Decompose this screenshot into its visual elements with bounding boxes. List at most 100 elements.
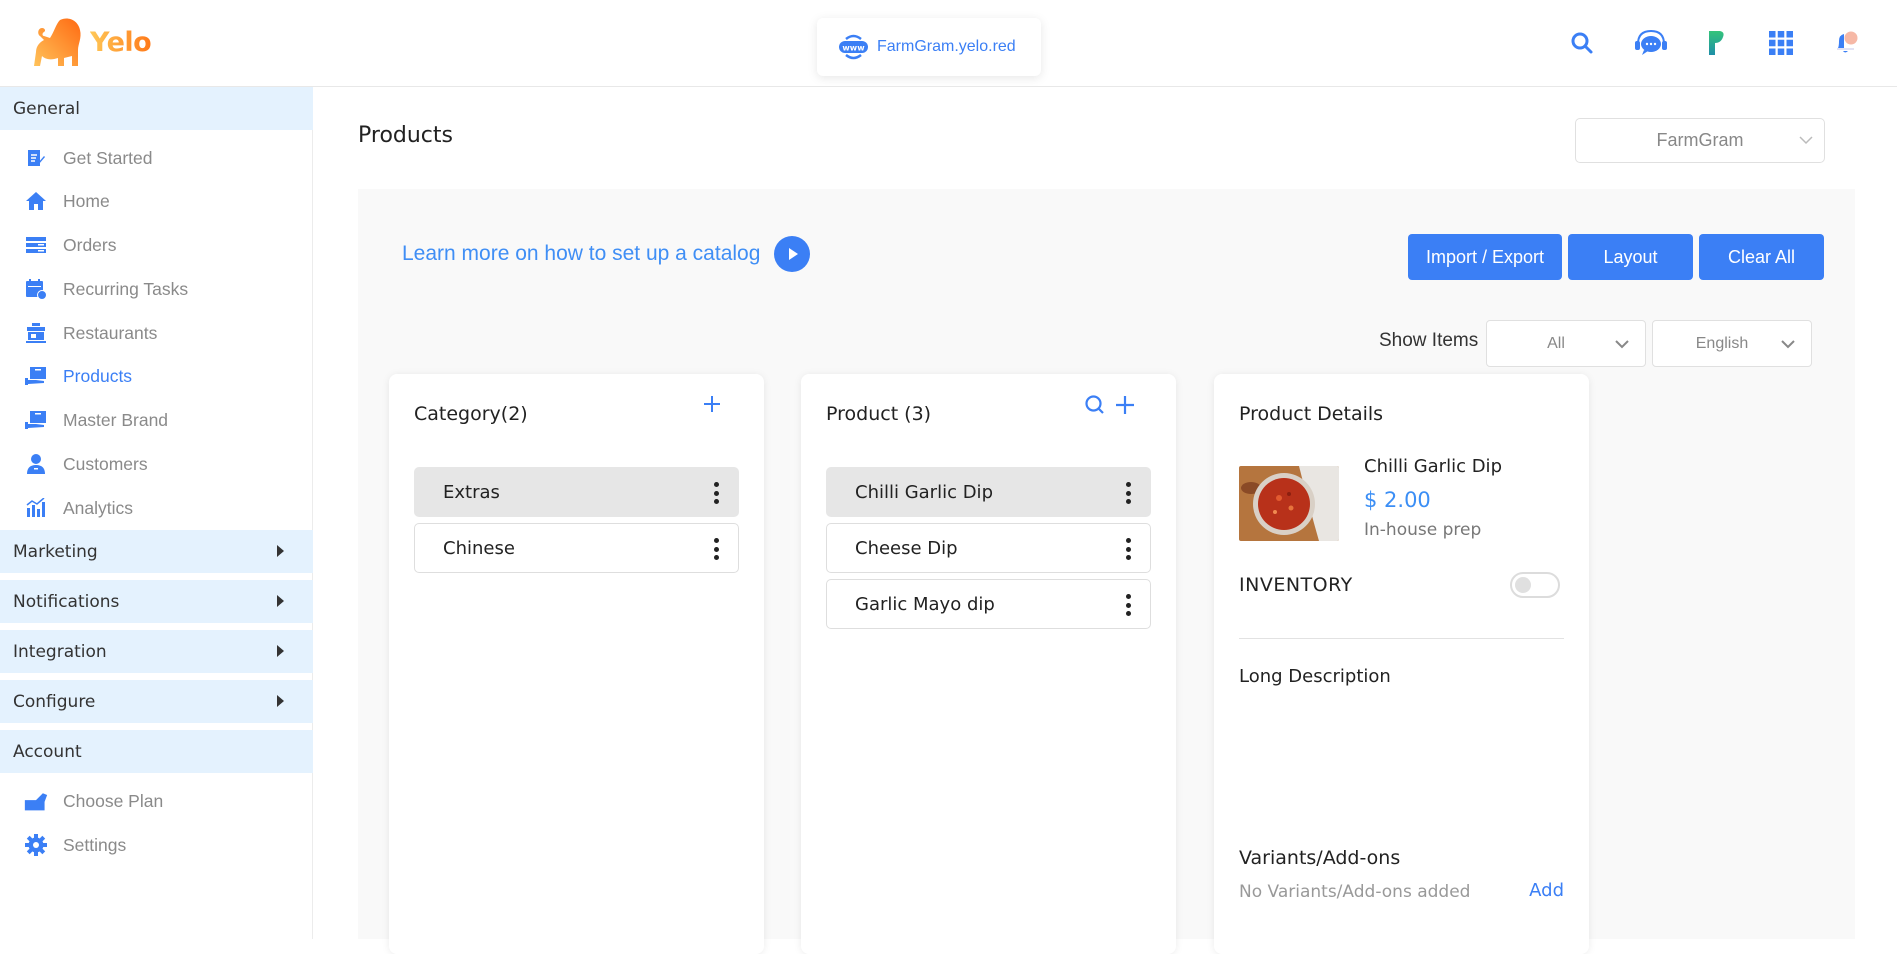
product-details-title: Product Details (1239, 403, 1384, 425)
category-panel: Category(2) Extras Chinese (389, 374, 764, 954)
sidebar-item-products[interactable]: Products (0, 356, 313, 396)
support-chat-icon[interactable] (1634, 26, 1668, 60)
box-hand-icon (24, 365, 48, 387)
analytics-chart-icon (24, 497, 48, 519)
chevron-down-icon (1781, 340, 1795, 349)
search-product-icon[interactable] (1084, 394, 1106, 420)
product-item[interactable]: Cheese Dip (826, 523, 1151, 573)
brand-name: Yelo (90, 26, 152, 58)
sidebar-item-home[interactable]: Home (0, 181, 313, 221)
chevron-down-icon (1615, 340, 1629, 349)
sidebar-section-general[interactable]: General (0, 87, 313, 130)
category-panel-title: Category(2) (414, 403, 528, 425)
sidebar-item-label: Restaurants (63, 322, 158, 343)
section-label: General (13, 98, 80, 119)
plan-icon (24, 790, 48, 812)
language-dropdown[interactable]: English (1652, 320, 1812, 367)
sidebar-item-label: Products (63, 365, 133, 386)
orders-list-icon (24, 234, 48, 256)
sidebar-section-account[interactable]: Account (0, 730, 313, 773)
product-item-label: Chilli Garlic Dip (855, 481, 993, 503)
inventory-toggle[interactable] (1510, 572, 1560, 598)
more-options-icon[interactable] (712, 538, 720, 560)
sidebar-item-label: Orders (63, 234, 117, 255)
add-product-icon[interactable] (1114, 394, 1136, 420)
add-variant-link[interactable]: Add (1529, 880, 1564, 901)
store-url-link[interactable]: www FarmGram.yelo.red (817, 18, 1041, 76)
more-options-icon[interactable] (1124, 594, 1132, 616)
show-items-label: Show Items (1379, 330, 1479, 351)
product-item[interactable]: Chilli Garlic Dip (826, 467, 1151, 517)
caret-right-icon (277, 595, 284, 607)
sidebar-item-label: Recurring Tasks (63, 278, 189, 299)
category-item[interactable]: Extras (414, 467, 739, 517)
layout-button[interactable]: Layout (1568, 234, 1693, 280)
sidebar-item-orders[interactable]: Orders (0, 225, 313, 265)
box-hand-icon (24, 409, 48, 431)
variants-label: Variants/Add-ons (1239, 847, 1401, 869)
sidebar-item-recurring-tasks[interactable]: Recurring Tasks (0, 269, 313, 309)
category-item-label: Chinese (443, 537, 515, 559)
sidebar-section-marketing[interactable]: Marketing (0, 530, 313, 573)
add-category-icon[interactable] (702, 394, 722, 418)
product-panel-title: Product (3) (826, 403, 932, 425)
no-variants-text: No Variants/Add-ons added (1239, 882, 1471, 902)
learn-catalog-link[interactable]: Learn more on how to set up a catalog (402, 236, 811, 272)
section-label: Marketing (13, 541, 98, 562)
learn-catalog-text: Learn more on how to set up a catalog (402, 242, 761, 265)
more-options-icon[interactable] (712, 482, 720, 504)
notifications-bell-icon[interactable] (1830, 26, 1864, 60)
sidebar-item-settings[interactable]: Settings (0, 825, 313, 865)
product-image[interactable] (1239, 466, 1339, 541)
page-title: Products (358, 123, 453, 148)
customer-icon (24, 453, 48, 475)
sidebar-item-analytics[interactable]: Analytics (0, 488, 313, 528)
clear-all-button[interactable]: Clear All (1699, 234, 1824, 280)
product-name: Chilli Garlic Dip (1364, 456, 1502, 477)
product-panel: Product (3) Chilli Garlic Dip Cheese Dip… (801, 374, 1176, 954)
store-select-value: FarmGram (1656, 130, 1744, 150)
sidebar-section-integration[interactable]: Integration (0, 630, 313, 673)
sidebar-item-master-brand[interactable]: Master Brand (0, 400, 313, 440)
storefront-icon (24, 322, 48, 344)
sidebar-item-restaurants[interactable]: Restaurants (0, 313, 313, 353)
sidebar-item-label: Analytics (63, 497, 134, 518)
section-label: Integration (13, 641, 107, 662)
sidebar-item-label: Home (63, 190, 110, 211)
section-label: Configure (13, 691, 96, 712)
more-options-icon[interactable] (1124, 538, 1132, 560)
sidebar-item-label: Settings (63, 834, 127, 855)
category-item[interactable]: Chinese (414, 523, 739, 573)
apps-grid-icon[interactable] (1764, 26, 1798, 60)
svg-text:www: www (842, 44, 865, 53)
sidebar-section-notifications[interactable]: Notifications (0, 580, 313, 623)
product-source: In-house prep (1364, 520, 1482, 540)
sidebar-item-customers[interactable]: Customers (0, 444, 313, 484)
search-icon[interactable] (1565, 26, 1599, 60)
lion-logo-icon (34, 18, 81, 66)
sidebar-item-label: Customers (63, 453, 148, 474)
section-label: Account (13, 741, 82, 762)
caret-right-icon (277, 695, 284, 707)
caret-right-icon (277, 545, 284, 557)
long-description-label: Long Description (1239, 666, 1391, 687)
import-export-button[interactable]: Import / Export (1408, 234, 1562, 280)
sidebar-item-choose-plan[interactable]: Choose Plan (0, 781, 313, 821)
product-item[interactable]: Garlic Mayo dip (826, 579, 1151, 629)
toggle-knob (1515, 577, 1531, 593)
play-video-icon[interactable] (774, 236, 811, 272)
caret-right-icon (277, 645, 284, 657)
chevron-down-icon (1799, 136, 1813, 145)
section-label: Notifications (13, 591, 120, 612)
show-items-filter-dropdown[interactable]: All (1486, 320, 1646, 367)
leaf-app-icon[interactable] (1700, 26, 1734, 60)
calendar-clock-icon (24, 278, 48, 300)
home-icon (24, 190, 48, 212)
store-select-dropdown[interactable]: FarmGram (1575, 118, 1825, 163)
more-options-icon[interactable] (1124, 482, 1132, 504)
sidebar-item-get-started[interactable]: Get Started (0, 138, 313, 178)
www-globe-icon: www (839, 34, 868, 60)
sidebar-section-configure[interactable]: Configure (0, 680, 313, 723)
yelo-logo[interactable]: Yelo (30, 16, 152, 68)
sidebar-item-label: Get Started (63, 147, 153, 168)
